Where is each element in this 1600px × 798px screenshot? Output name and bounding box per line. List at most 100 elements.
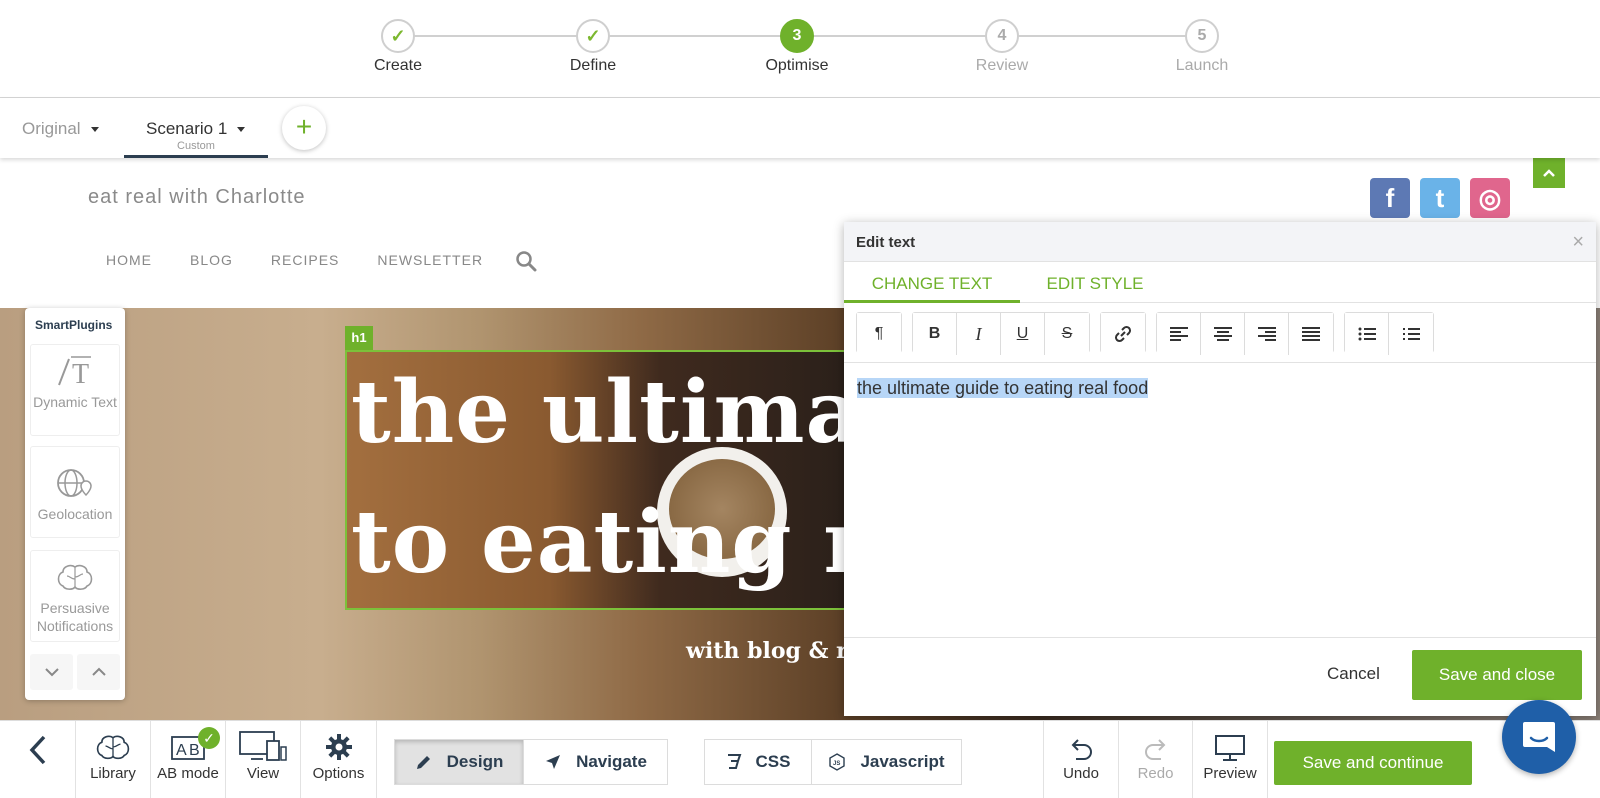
text-style-group: B I U S bbox=[912, 312, 1090, 355]
paragraph-format-button[interactable]: ¶ bbox=[857, 313, 901, 355]
preview-label: Preview bbox=[1203, 765, 1257, 782]
link-icon[interactable] bbox=[1101, 313, 1145, 355]
svg-text:A: A bbox=[176, 742, 187, 759]
devices-icon bbox=[226, 721, 300, 761]
globe-pin-icon bbox=[31, 465, 119, 501]
element-tag-badge: h1 bbox=[345, 326, 373, 350]
options-button[interactable]: Options bbox=[301, 721, 377, 798]
plugin-geolocation[interactable]: Geolocation bbox=[30, 446, 120, 538]
selected-heading[interactable]: the ultima to eating r bbox=[345, 350, 855, 610]
options-label: Options bbox=[312, 765, 365, 782]
search-icon[interactable] bbox=[515, 250, 537, 277]
tab-edit-style[interactable]: EDIT STYLE bbox=[1020, 262, 1170, 303]
redo-icon bbox=[1119, 721, 1192, 761]
undo-label: Undo bbox=[1063, 765, 1099, 782]
redo-button[interactable]: Redo bbox=[1119, 721, 1193, 798]
chevron-up-icon[interactable] bbox=[77, 654, 120, 690]
panel-footer: Cancel Save and close bbox=[844, 638, 1596, 715]
dynamic-text-icon: T bbox=[31, 353, 119, 389]
css-button[interactable]: CSS bbox=[705, 740, 811, 784]
align-group bbox=[1156, 312, 1334, 355]
align-center-icon[interactable] bbox=[1201, 313, 1245, 355]
site-nav-recipes[interactable]: RECIPES bbox=[271, 252, 339, 268]
site-logo[interactable]: eat real with Charlotte bbox=[88, 186, 306, 209]
step-label: Launch bbox=[1175, 57, 1229, 74]
hero-subtitle: with blog & re bbox=[686, 638, 862, 664]
check-icon: ✓ bbox=[381, 19, 415, 53]
step-number: 3 bbox=[780, 19, 814, 53]
library-button[interactable]: Library bbox=[76, 721, 151, 798]
site-nav-home[interactable]: HOME bbox=[106, 252, 152, 268]
save-and-close-button[interactable]: Save and close bbox=[1412, 650, 1582, 700]
panel-tabs: CHANGE TEXT EDIT STYLE bbox=[844, 262, 1596, 303]
smartplugins-title: SmartPlugins bbox=[35, 318, 113, 332]
plugin-dynamic-text[interactable]: T Dynamic Text bbox=[30, 344, 120, 436]
step-create[interactable]: ✓ Create bbox=[338, 19, 458, 75]
step-launch[interactable]: 5 Launch bbox=[1142, 19, 1262, 75]
bullet-list-icon[interactable] bbox=[1345, 313, 1389, 355]
text-editor[interactable]: the ultimate guide to eating real food bbox=[844, 363, 1596, 638]
step-review[interactable]: 4 Review bbox=[942, 19, 1062, 75]
navigate-mode-button[interactable]: Navigate bbox=[523, 740, 667, 784]
panel-header: Edit text × bbox=[844, 222, 1596, 262]
align-left-icon[interactable] bbox=[1157, 313, 1201, 355]
site-nav-blog[interactable]: BLOG bbox=[190, 252, 233, 268]
add-scenario-button[interactable]: + bbox=[282, 106, 326, 150]
site-nav: HOME BLOG RECIPES NEWSLETTER bbox=[106, 252, 483, 268]
code-switch: CSS JS Javascript bbox=[704, 739, 962, 785]
brain-icon bbox=[31, 559, 119, 595]
save-and-continue-button[interactable]: Save and continue bbox=[1274, 741, 1472, 785]
step-label: Optimise bbox=[765, 57, 829, 74]
site-nav-newsletter[interactable]: NEWSLETTER bbox=[377, 252, 483, 268]
caret-down-icon bbox=[237, 127, 246, 133]
list-group bbox=[1344, 312, 1434, 355]
scroll-up-button[interactable] bbox=[1533, 158, 1565, 188]
selected-text: the ultimate guide to eating real food bbox=[857, 378, 1149, 398]
preview-button[interactable]: Preview bbox=[1193, 721, 1268, 798]
step-optimise[interactable]: 3 Optimise bbox=[737, 19, 857, 75]
numbered-list-icon[interactable] bbox=[1389, 313, 1433, 355]
mode-switch: Design Navigate bbox=[394, 739, 668, 785]
plugin-label: Dynamic Text bbox=[33, 394, 117, 410]
redo-label: Redo bbox=[1137, 765, 1174, 782]
smartplugins-panel: SmartPlugins T Dynamic Text Geolocation … bbox=[25, 308, 125, 700]
step-define[interactable]: ✓ Define bbox=[533, 19, 653, 75]
align-right-icon[interactable] bbox=[1245, 313, 1289, 355]
cancel-button[interactable]: Cancel bbox=[1327, 664, 1380, 684]
check-icon: ✓ bbox=[198, 727, 220, 749]
tab-change-text[interactable]: CHANGE TEXT bbox=[844, 262, 1020, 303]
tab-scenario-1[interactable]: Scenario 1 Custom bbox=[124, 98, 268, 158]
twitter-icon[interactable]: t bbox=[1420, 178, 1460, 218]
step-number: 4 bbox=[985, 19, 1019, 53]
italic-button[interactable]: I bbox=[957, 313, 1001, 355]
instagram-icon[interactable]: ◎ bbox=[1470, 178, 1510, 218]
hero-heading-line-2: to eating r bbox=[351, 492, 855, 593]
step-label: Review bbox=[975, 57, 1029, 74]
bold-button[interactable]: B bbox=[913, 313, 957, 355]
view-button[interactable]: View bbox=[226, 721, 301, 798]
brain-icon bbox=[76, 721, 150, 761]
tab-original[interactable]: Original bbox=[22, 98, 99, 158]
css-icon bbox=[727, 754, 741, 769]
align-justify-icon[interactable] bbox=[1289, 313, 1333, 355]
svg-text:B: B bbox=[189, 742, 200, 759]
back-button[interactable] bbox=[0, 721, 76, 798]
library-label: Library bbox=[90, 765, 136, 782]
link-group bbox=[1100, 312, 1146, 355]
underline-button[interactable]: U bbox=[1001, 313, 1045, 355]
javascript-button[interactable]: JS Javascript bbox=[811, 740, 961, 784]
svg-text:JS: JS bbox=[833, 761, 840, 767]
chevron-down-icon[interactable] bbox=[30, 654, 73, 690]
design-label: Design bbox=[446, 752, 504, 771]
facebook-icon[interactable]: f bbox=[1370, 178, 1410, 218]
design-mode-button[interactable]: Design bbox=[395, 740, 523, 784]
plugin-persuasive-notifications[interactable]: Persuasive Notifications bbox=[30, 550, 120, 642]
view-label: View bbox=[246, 765, 280, 782]
chevron-left-icon bbox=[0, 721, 75, 779]
css-label: CSS bbox=[755, 752, 791, 771]
ab-mode-label: AB mode bbox=[157, 765, 219, 782]
undo-button[interactable]: Undo bbox=[1043, 721, 1119, 798]
chat-support-button[interactable] bbox=[1502, 700, 1576, 774]
close-icon[interactable]: × bbox=[1572, 231, 1584, 254]
strikethrough-button[interactable]: S bbox=[1045, 313, 1089, 355]
